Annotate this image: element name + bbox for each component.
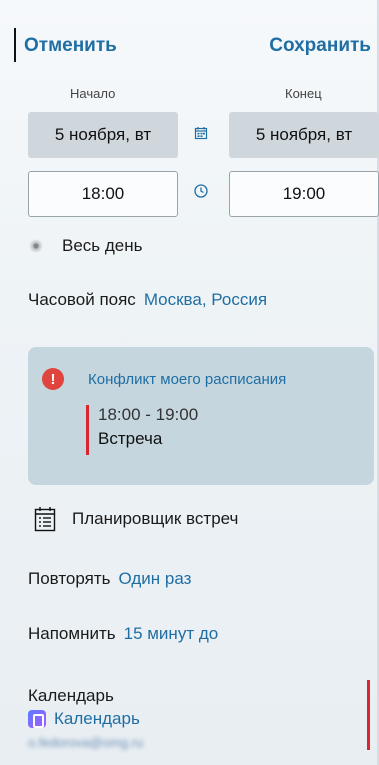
calendar-app-icon [28,710,46,728]
cancel-button[interactable]: Отменить [24,35,117,57]
timezone-row[interactable]: Часовой пояс Москва, Россия [28,290,267,310]
repeat-label: Повторять [28,569,111,588]
save-button[interactable]: Сохранить [269,35,371,57]
repeat-value[interactable]: Один раз [119,569,192,589]
conflict-event-name: Встреча [98,429,163,448]
conflict-title: Конфликт моего расписания [88,371,287,388]
timezone-value[interactable]: Москва, Россия [144,290,267,310]
all-day-toggle[interactable]: Весь день [28,236,143,256]
reminder-row[interactable]: Напомнить 15 минут до [28,624,218,644]
clock-icon [194,184,208,198]
start-label: Начало [70,86,116,101]
event-editor: Отменить Сохранить Начало Конец 5 ноября… [0,0,379,765]
start-time-field[interactable]: 18:00 [28,171,178,217]
conflict-event-bar [86,405,89,455]
calendar-selector[interactable]: Календарь [28,709,140,729]
top-bar: Отменить Сохранить [24,28,371,64]
calendar-icon [194,127,208,140]
end-date-field[interactable]: 5 ноября, вт [229,112,379,158]
calendar-account-email: o.fedorova@omg.ru [28,735,144,750]
end-time-field[interactable]: 19:00 [229,171,379,217]
start-date-field[interactable]: 5 ноября, вт [28,112,178,158]
timezone-label: Часовой пояс [28,290,136,309]
reminder-label: Напомнить [28,624,116,643]
planner-icon [34,507,56,532]
all-day-label: Весь день [62,236,143,255]
all-day-checkbox-icon[interactable] [28,238,44,254]
focus-caret [14,28,16,62]
reminder-value[interactable]: 15 минут до [124,624,219,644]
end-label: Конец [285,86,322,101]
meeting-planner-row[interactable]: Планировщик встреч [34,506,238,532]
scrollbar[interactable] [367,680,370,750]
conflict-card[interactable]: ! Конфликт моего расписания 18:00 - 19:0… [28,347,374,485]
conflict-event-time: 18:00 - 19:00 [98,405,199,424]
repeat-row[interactable]: Повторять Один раз [28,569,191,589]
calendar-value[interactable]: Календарь [54,709,140,729]
warning-icon: ! [42,368,64,390]
calendar-label: Календарь [28,686,114,705]
planner-label: Планировщик встреч [72,509,239,528]
